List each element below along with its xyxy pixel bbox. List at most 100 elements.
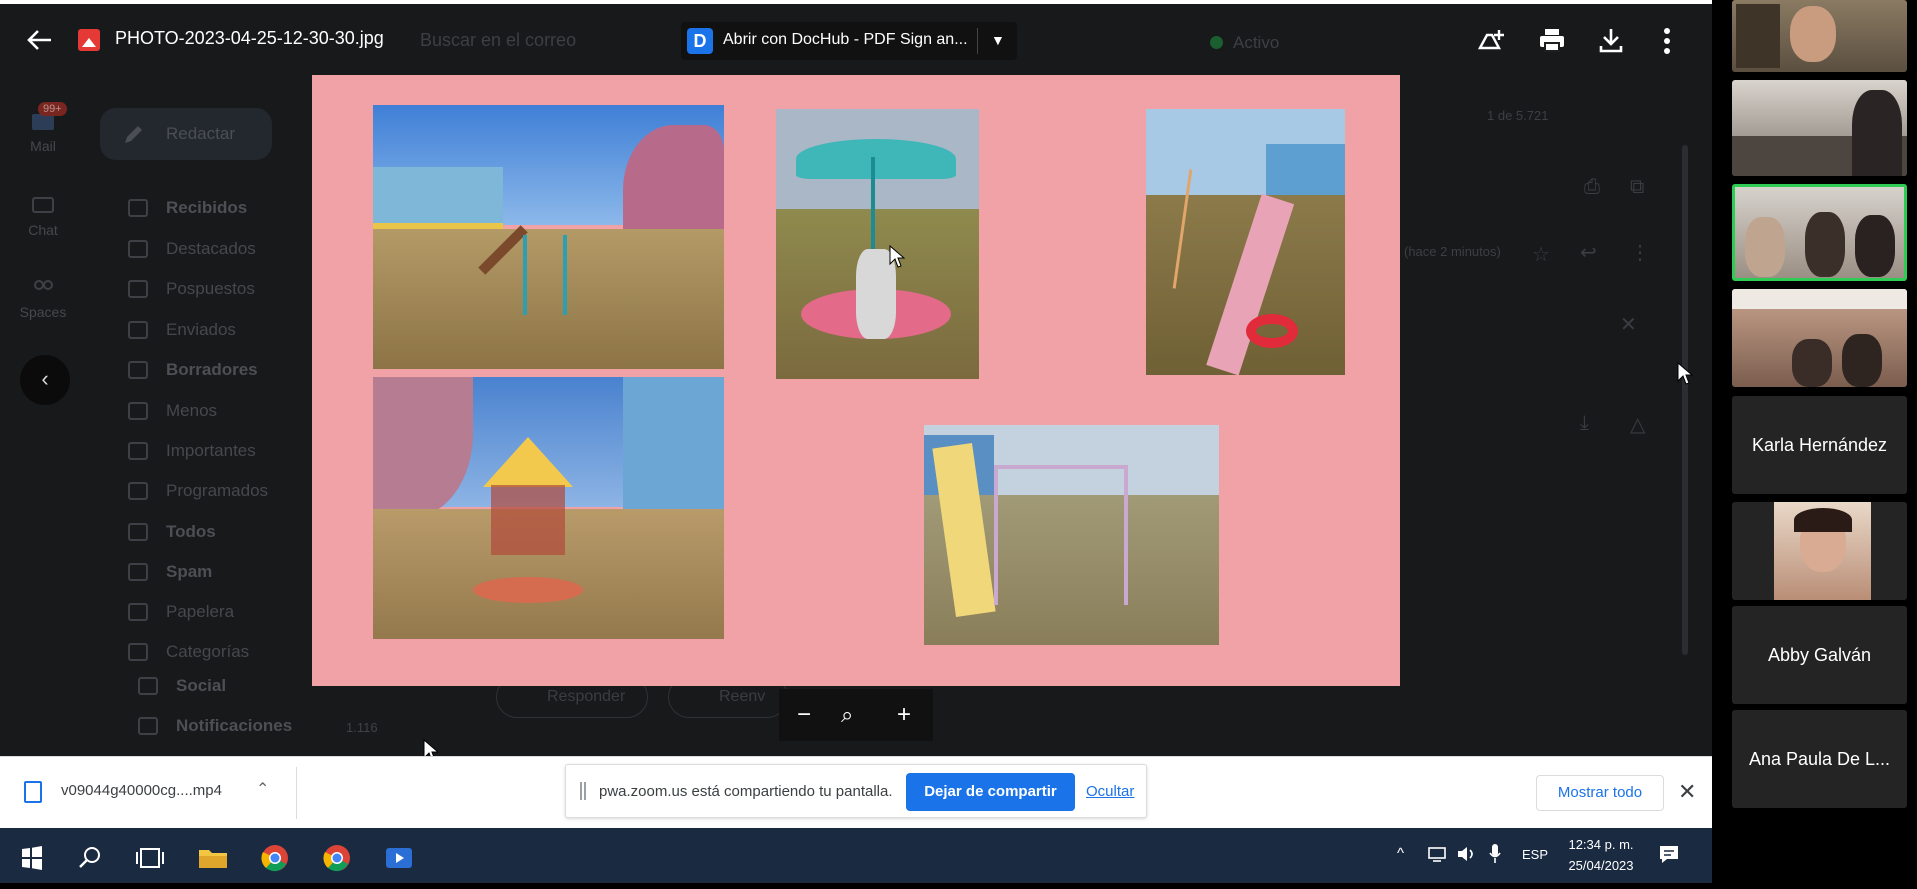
folder-label: Papelera [166, 602, 235, 621]
chevron-left-icon: ‹ [41, 366, 49, 391]
stop-sharing-button[interactable]: Dejar de compartir [906, 773, 1075, 811]
rail-spaces[interactable]: Spaces [10, 278, 76, 320]
share-message: pwa.zoom.us está compartiendo tu pantall… [599, 783, 893, 800]
notifications-icon[interactable] [1658, 843, 1680, 865]
clock-icon [128, 280, 148, 298]
spaces-icon [34, 280, 53, 290]
rail-spaces-label: Spaces [19, 304, 67, 320]
screen: Mail 99+ Chat Spaces ‹ Redactar Buscar e… [0, 0, 1917, 889]
spam-icon [128, 563, 148, 581]
folder-label: Recibidos [166, 198, 248, 217]
more-vert-icon[interactable] [1662, 26, 1672, 56]
zoom-controls: − ⌕ + [779, 689, 933, 741]
participant-name: Ana Paula De L... [1748, 748, 1891, 769]
participant-video-active-speaker[interactable] [1732, 184, 1907, 281]
add-to-drive-icon[interactable]: △ [1630, 412, 1645, 437]
participant-name-tile[interactable]: Ana Paula De L... [1732, 710, 1907, 808]
chevron-up-icon[interactable]: ⌃ [256, 779, 269, 799]
reply-icon[interactable]: ↩ [1580, 240, 1597, 265]
drag-handle-icon[interactable] [580, 782, 586, 800]
windows-start-icon[interactable] [10, 838, 54, 878]
back-arrow-icon[interactable] [26, 28, 54, 52]
screen-share-notice: pwa.zoom.us está compartiendo tu pantall… [565, 764, 1147, 818]
rail-mail[interactable]: Mail [10, 112, 76, 154]
file-name: PHOTO-2023-04-25-12-30-30.jpg [115, 28, 384, 48]
star-icon[interactable]: ☆ [1532, 242, 1550, 267]
participant-video[interactable] [1732, 0, 1907, 72]
participant-name-tile[interactable]: Karla Hernández [1732, 396, 1907, 494]
downloads-bar: v09044g40000cg....mp4 ⌃ pwa.zoom.us está… [0, 756, 1712, 828]
hide-link[interactable]: Ocultar [1086, 783, 1134, 800]
rail-chat-label: Chat [28, 222, 58, 238]
microphone-icon[interactable] [1488, 843, 1502, 865]
folder-label: Pospuestos [166, 279, 255, 298]
chevron-up-icon[interactable]: ^ [1397, 845, 1404, 862]
print-icon[interactable] [1538, 26, 1566, 54]
participant-video[interactable] [1732, 80, 1907, 176]
participant-name: Karla Hernández [1751, 434, 1888, 455]
photo-carousel [776, 109, 979, 379]
rail-chat[interactable]: Chat [10, 196, 76, 238]
compose-label: Redactar [166, 124, 235, 143]
print-all-icon[interactable]: ⎙ [1584, 176, 1600, 199]
photo-swing-slide [1146, 109, 1345, 375]
folder-label: Todos [166, 522, 216, 541]
gmail-scrollbar[interactable] [1682, 145, 1688, 655]
search-icon[interactable] [68, 838, 112, 878]
close-icon[interactable]: ✕ [1620, 312, 1637, 337]
participants-panel: Karla Hernández Abby Galván Ana Paula De… [1712, 0, 1917, 889]
system-clock[interactable]: 12:34 p. m. 25/04/2023 [1560, 834, 1642, 876]
divider [296, 767, 297, 819]
inbox-icon [128, 199, 148, 217]
compose-button[interactable]: Redactar [100, 108, 272, 160]
trash-icon [128, 603, 148, 621]
participant-video[interactable] [1732, 289, 1907, 387]
open-with-label: Abrir con DocHub - PDF Sign an... [723, 31, 968, 48]
zoom-icon[interactable]: ⌕ [841, 702, 853, 728]
add-to-drive-icon[interactable] [1476, 26, 1506, 54]
all-mail-icon [128, 523, 148, 541]
video-player-icon[interactable] [377, 838, 421, 878]
zoom-out-icon[interactable]: − [797, 701, 811, 729]
label-icon [128, 643, 148, 661]
task-view-icon[interactable] [128, 838, 172, 878]
chrome-icon[interactable] [315, 838, 359, 878]
close-icon[interactable]: ✕ [1678, 779, 1696, 805]
participant-name-tile[interactable]: Abby Galván [1732, 606, 1907, 704]
participant-video[interactable] [1732, 502, 1907, 600]
network-icon[interactable] [1427, 844, 1447, 864]
gmail-status[interactable]: Activo [1210, 33, 1279, 53]
chevron-up-icon [128, 402, 148, 420]
dochub-icon: D [687, 28, 713, 54]
folder-label: Categorías [166, 642, 250, 661]
show-all-button[interactable]: Mostrar todo [1536, 775, 1664, 811]
taskbar: ^ ESP 12:34 p. m. 25/04/2023 [0, 828, 1712, 883]
gmail-search-input[interactable]: Buscar en el correo [420, 30, 576, 51]
open-new-window-icon[interactable]: ⧉ [1630, 176, 1644, 199]
photo-preview [312, 75, 1400, 686]
download-item[interactable]: v09044g40000cg....mp4 [24, 781, 222, 803]
download-icon[interactable] [1598, 26, 1624, 54]
info-icon [138, 717, 158, 735]
more-vert-icon[interactable]: ⋮ [1630, 240, 1650, 265]
open-with-dochub-button[interactable]: D Abrir con DocHub - PDF Sign an... ▼ [681, 22, 1017, 60]
chrome-icon[interactable] [253, 838, 297, 878]
input-language[interactable]: ESP [1522, 847, 1548, 862]
rail-mail-label: Mail [30, 138, 56, 154]
screen-edge [0, 883, 1712, 889]
zoom-in-icon[interactable]: + [897, 701, 911, 729]
send-icon [128, 321, 148, 339]
chevron-down-icon[interactable]: ▼ [991, 32, 1005, 48]
top-border [0, 0, 1712, 4]
volume-icon[interactable] [1456, 844, 1478, 864]
mouse-cursor-icon [889, 245, 905, 268]
chrome-window: Mail 99+ Chat Spaces ‹ Redactar Buscar e… [0, 0, 1712, 889]
folder-label: Borradores [166, 360, 258, 379]
notifications-count: 1.116 [346, 720, 378, 735]
folder-notificaciones[interactable]: Notificaciones [138, 706, 378, 746]
download-icon[interactable]: ⤓ [1580, 412, 1589, 435]
collapse-nav-button[interactable]: ‹ [20, 355, 70, 405]
file-explorer-icon[interactable] [191, 838, 235, 878]
schedule-send-icon [128, 482, 148, 500]
chat-icon [32, 197, 54, 213]
